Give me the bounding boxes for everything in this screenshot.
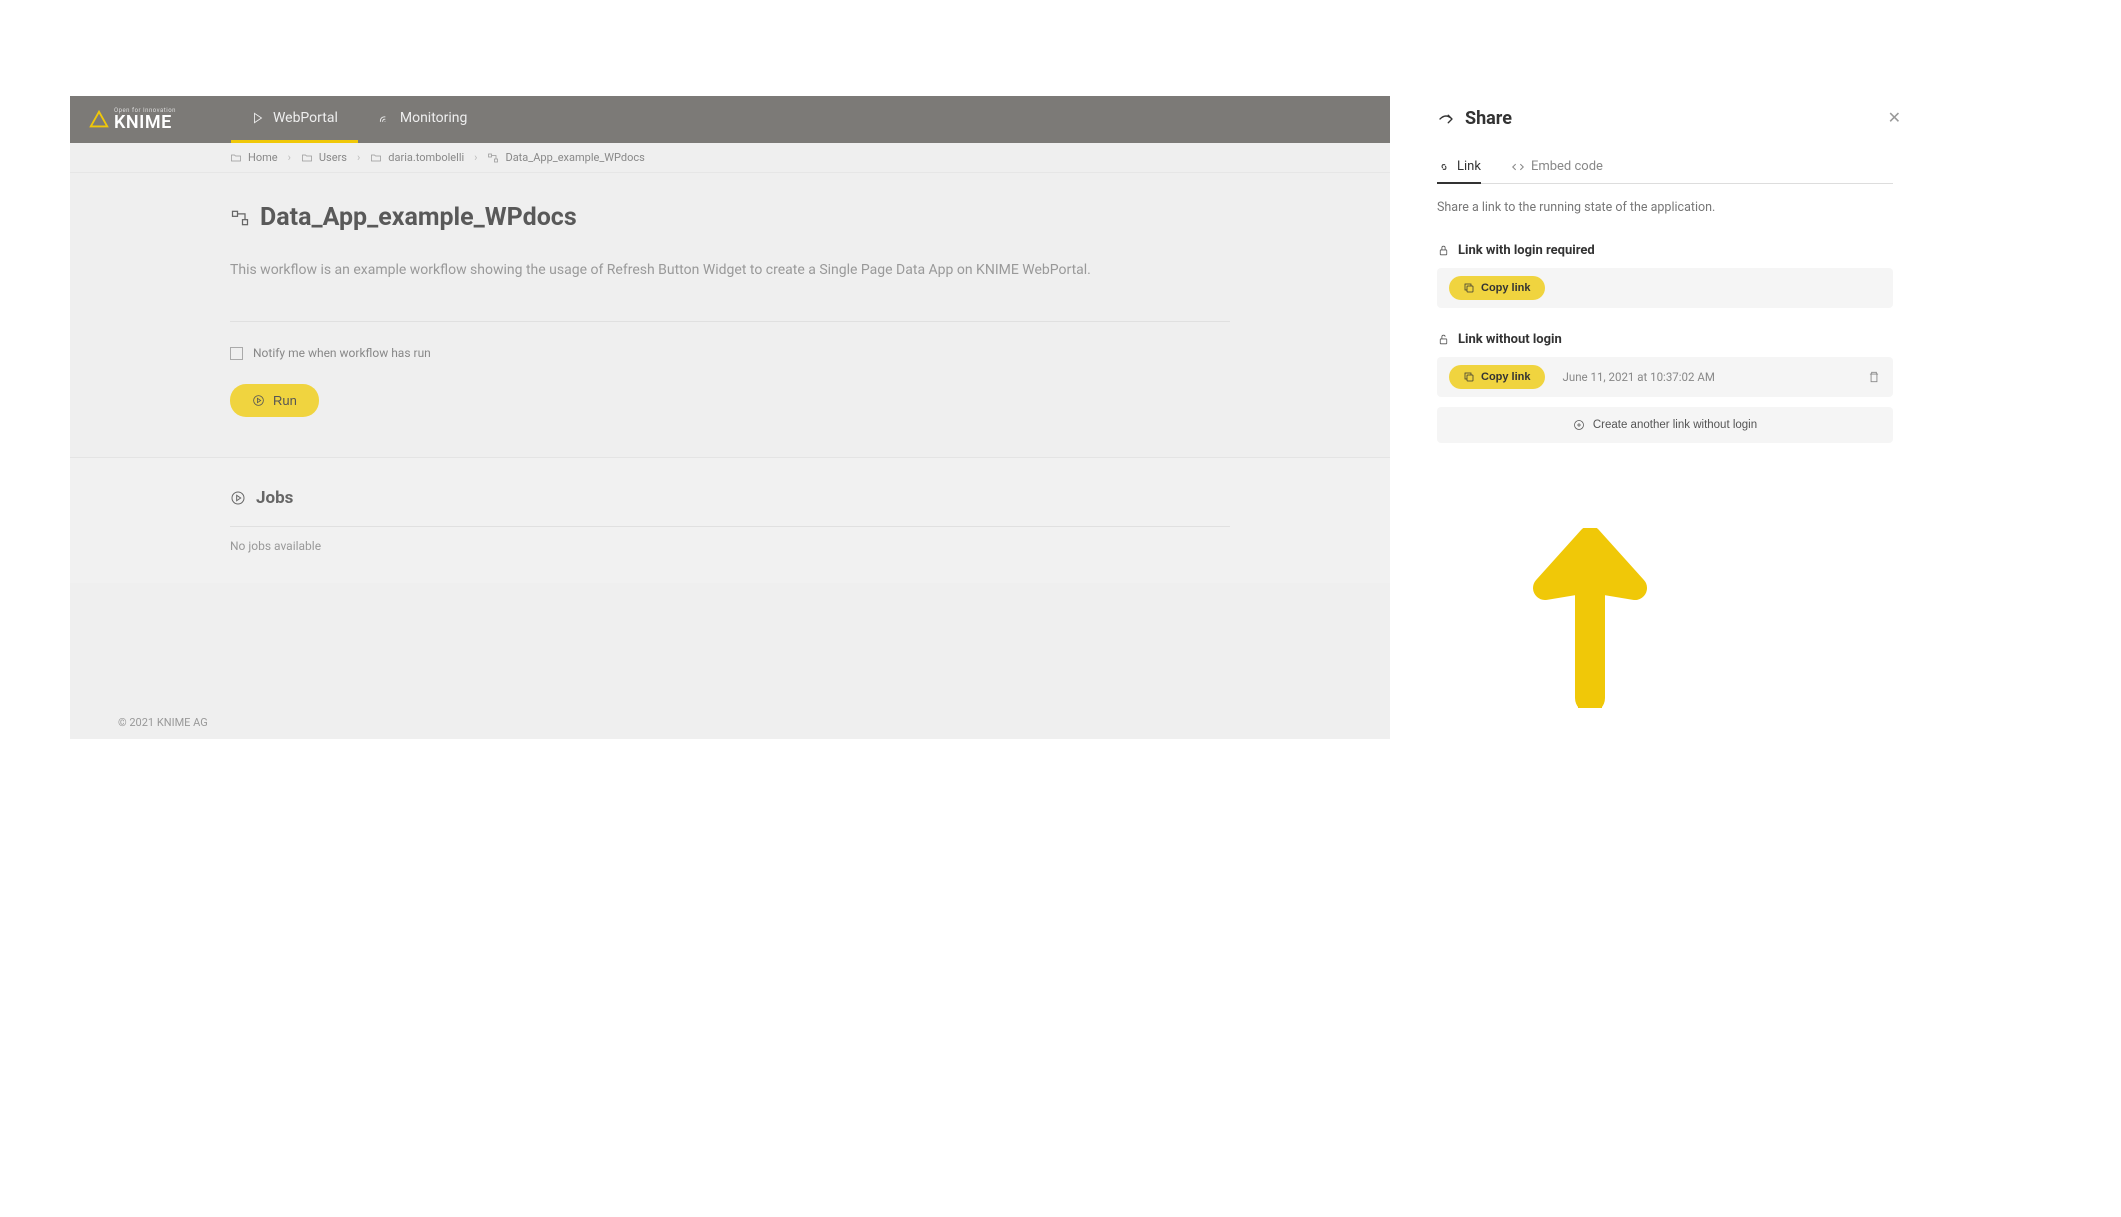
folder-icon — [301, 152, 313, 164]
nav-tab-monitoring[interactable]: Monitoring — [358, 96, 488, 143]
breadcrumb-home[interactable]: Home — [230, 151, 278, 164]
breadcrumb: Home › Users › daria.tombolelli › Data_A… — [70, 143, 1390, 173]
folder-icon — [370, 152, 382, 164]
link-nologin-header: Link without login — [1437, 332, 1893, 347]
link-login-header: Link with login required — [1437, 243, 1893, 258]
annotation-arrow-icon — [1525, 528, 1655, 708]
divider — [230, 526, 1230, 527]
chevron-right-icon: › — [288, 151, 291, 164]
trash-icon[interactable] — [1867, 370, 1881, 384]
brand-logo[interactable]: Open for Innovation KNIME — [88, 108, 176, 132]
nav-tab-webportal[interactable]: WebPortal — [231, 96, 358, 143]
share-tab-embed[interactable]: Embed code — [1511, 151, 1603, 184]
folder-icon — [230, 152, 242, 164]
play-circle-icon — [252, 394, 265, 407]
app-window: Open for Innovation KNIME WebPortal Moni… — [70, 96, 1390, 739]
footer-copyright: © 2021 KNIME AG — [70, 706, 1390, 739]
create-another-link-button[interactable]: Create another link without login — [1437, 407, 1893, 443]
share-description: Share a link to the running state of the… — [1437, 200, 1893, 215]
top-nav: Open for Innovation KNIME WebPortal Moni… — [70, 96, 1390, 143]
play-icon — [251, 111, 265, 125]
link-timestamp: June 11, 2021 at 10:37:02 AM — [1563, 370, 1867, 384]
plus-circle-icon — [1573, 419, 1585, 431]
workflow-icon — [487, 152, 499, 164]
breadcrumb-users[interactable]: Users — [301, 151, 347, 164]
no-jobs-message: No jobs available — [230, 539, 1230, 553]
main-content: Data_App_example_WPdocs This workflow is… — [70, 173, 1390, 739]
link-login-row: Copy link — [1437, 268, 1893, 308]
breadcrumb-user[interactable]: daria.tombolelli — [370, 151, 464, 164]
signal-icon — [378, 111, 392, 125]
nav-tabs: WebPortal Monitoring — [231, 96, 487, 143]
copy-link-nologin-button[interactable]: Copy link — [1449, 365, 1545, 389]
page-title: Data_App_example_WPdocs — [260, 203, 577, 232]
copy-icon — [1463, 371, 1475, 383]
workflow-description: This workflow is an example workflow sho… — [230, 260, 1130, 281]
share-title: Share — [1465, 108, 1512, 129]
chevron-right-icon: › — [357, 151, 360, 164]
copy-link-login-button[interactable]: Copy link — [1449, 276, 1545, 300]
share-icon — [1437, 110, 1455, 128]
link-nologin-row: Copy link June 11, 2021 at 10:37:02 AM — [1437, 357, 1893, 397]
code-icon — [1511, 160, 1525, 174]
notify-checkbox[interactable] — [230, 347, 243, 360]
play-circle-icon — [230, 490, 246, 506]
jobs-title: Jobs — [256, 488, 293, 508]
unlock-icon — [1437, 333, 1450, 346]
breadcrumb-current[interactable]: Data_App_example_WPdocs — [487, 151, 644, 164]
lock-icon — [1437, 244, 1450, 257]
brand-name: KNIME — [114, 114, 176, 132]
nav-tab-label: WebPortal — [273, 110, 338, 126]
run-button[interactable]: Run — [230, 384, 319, 417]
notify-label: Notify me when workflow has run — [253, 346, 431, 360]
share-tab-link[interactable]: Link — [1437, 151, 1481, 184]
notify-row: Notify me when workflow has run — [230, 346, 1230, 360]
close-icon[interactable]: ✕ — [1888, 108, 1901, 127]
divider — [230, 321, 1230, 322]
share-panel: ✕ Share Link Embed code Share a link to … — [1415, 96, 1915, 465]
link-icon — [1437, 160, 1451, 174]
nav-tab-label: Monitoring — [400, 110, 468, 126]
chevron-right-icon: › — [474, 151, 477, 164]
jobs-section: Jobs No jobs available — [70, 457, 1390, 583]
copy-icon — [1463, 282, 1475, 294]
share-tabs: Link Embed code — [1437, 151, 1893, 184]
workflow-icon — [230, 208, 250, 228]
knime-logo-icon — [88, 109, 110, 131]
